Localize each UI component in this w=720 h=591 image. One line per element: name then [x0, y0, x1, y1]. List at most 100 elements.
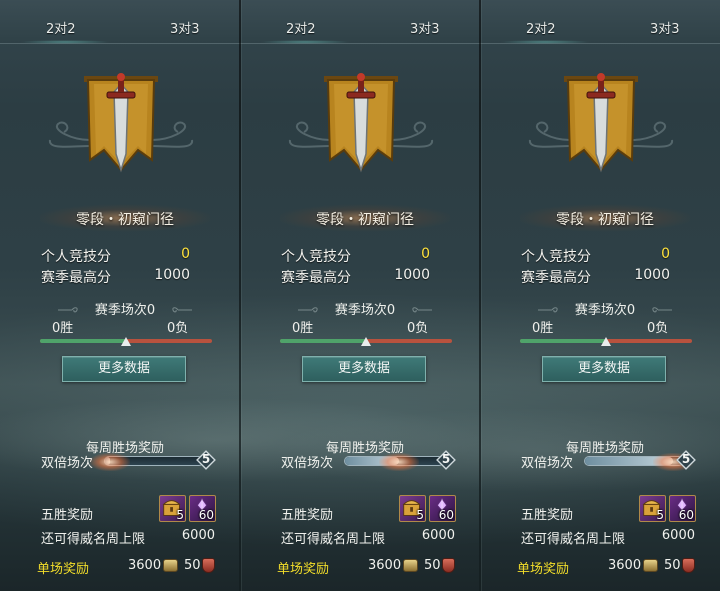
season-best-value: 1000: [634, 267, 670, 283]
win-fill: [520, 339, 606, 343]
double-matches-count: 5: [441, 452, 451, 466]
personal-score-value: 0: [421, 246, 430, 262]
tab-3v3[interactable]: 3对3: [410, 18, 440, 37]
win-fill: [40, 339, 126, 343]
more-data-button[interactable]: 更多数据: [542, 356, 666, 382]
mode-tab-bar: 2对2 3对3: [0, 0, 240, 44]
ornament-icon: [172, 307, 192, 313]
rank-name: 零段・初窥门径: [316, 212, 414, 228]
tab-2v2[interactable]: 2对2: [46, 18, 76, 37]
losses-count: 0负: [407, 321, 429, 336]
weekly-prestige-limit-value: 6000: [181, 528, 215, 543]
double-matches-count: 5: [681, 452, 691, 466]
five-win-reward-label: 五胜奖励: [41, 508, 94, 523]
treasure-chest-icon[interactable]: 5: [399, 495, 426, 522]
personal-score-label: 个人竞技分: [41, 249, 111, 265]
win-loss-marker: [601, 337, 611, 346]
mode-tab-bar: 2对2 3对3: [240, 0, 480, 44]
five-win-reward-label: 五胜奖励: [281, 508, 334, 523]
treasure-chest-icon[interactable]: 5: [159, 495, 186, 522]
single-match-reward-label: 单场奖励: [517, 562, 570, 577]
item-quantity: 60: [198, 508, 214, 522]
personal-score-label: 个人竞技分: [521, 249, 591, 265]
arena-panel: 2对2 3对3 零段・初窥门径 个人竞技分 0 赛季最高分 1000 赛季场次0: [0, 0, 240, 591]
single-match-prestige-value: 3600: [128, 558, 162, 573]
personal-score-label: 个人竞技分: [281, 249, 351, 265]
item-quantity: 5: [176, 508, 184, 522]
single-match-reward-label: 单场奖励: [37, 562, 90, 577]
single-match-honor-value: 50: [424, 558, 441, 573]
double-matches-count: 5: [201, 452, 211, 466]
single-match-prestige-value: 3600: [368, 558, 402, 573]
tab-3v3[interactable]: 3对3: [170, 18, 200, 37]
honor-shield-icon: [682, 558, 695, 573]
tab-underline: [260, 40, 350, 44]
weekly-prestige-limit-value: 6000: [661, 528, 695, 543]
wins-count: 0胜: [532, 321, 554, 336]
rank-banner-sword-icon: [84, 73, 158, 173]
rank-name: 零段・初窥门径: [76, 212, 174, 228]
item-quantity: 5: [656, 508, 664, 522]
double-matches-bar: [584, 453, 694, 471]
weekly-prestige-limit-label: 还可得威名周上限: [41, 532, 146, 547]
panel-divider: [479, 0, 481, 591]
purple-crystal-icon[interactable]: 60: [429, 495, 456, 522]
rank-name: 零段・初窥门径: [556, 212, 654, 228]
season-best-value: 1000: [394, 267, 430, 283]
panel-divider: [239, 0, 241, 591]
weekly-prestige-limit-label: 还可得威名周上限: [521, 532, 626, 547]
rank-banner-sword-icon: [564, 73, 638, 173]
season-best-label: 赛季最高分: [41, 270, 111, 286]
losses-count: 0负: [167, 321, 189, 336]
mode-tab-bar: 2对2 3对3: [480, 0, 720, 44]
season-best-label: 赛季最高分: [521, 270, 591, 286]
progress-flame: [89, 453, 130, 471]
prestige-coin-icon: [403, 559, 418, 572]
single-match-honor-value: 50: [184, 558, 201, 573]
win-loss-marker: [361, 337, 371, 346]
win-loss-marker: [121, 337, 131, 346]
season-best-value: 1000: [154, 267, 190, 283]
tab-3v3[interactable]: 3对3: [650, 18, 680, 37]
rank-banner-sword-icon: [324, 73, 398, 173]
ornament-icon: [652, 307, 672, 313]
win-fill: [280, 339, 366, 343]
losses-count: 0负: [647, 321, 669, 336]
double-matches-label: 双倍场次: [41, 456, 94, 471]
more-data-button[interactable]: 更多数据: [62, 356, 186, 382]
tab-2v2[interactable]: 2对2: [526, 18, 556, 37]
more-data-button[interactable]: 更多数据: [302, 356, 426, 382]
honor-shield-icon: [442, 558, 455, 573]
honor-shield-icon: [202, 558, 215, 573]
wins-count: 0胜: [52, 321, 74, 336]
double-matches-bar: [89, 453, 204, 471]
weekly-prestige-limit-value: 6000: [421, 528, 455, 543]
personal-score-value: 0: [661, 246, 670, 262]
double-matches-label: 双倍场次: [521, 456, 574, 471]
wins-count: 0胜: [292, 321, 314, 336]
arena-panel: 2对2 3对3 零段・初窥门径 个人竞技分 0 赛季最高分 1000 赛季场次0: [480, 0, 720, 591]
item-quantity: 60: [678, 508, 694, 522]
tab-underline: [20, 40, 110, 44]
purple-crystal-icon[interactable]: 60: [189, 495, 216, 522]
weekly-prestige-limit-label: 还可得威名周上限: [281, 532, 386, 547]
purple-crystal-icon[interactable]: 60: [669, 495, 696, 522]
single-match-prestige-value: 3600: [608, 558, 642, 573]
prestige-coin-icon: [643, 559, 658, 572]
tab-underline: [500, 40, 590, 44]
item-quantity: 5: [416, 508, 424, 522]
double-matches-label: 双倍场次: [281, 456, 334, 471]
treasure-chest-icon[interactable]: 5: [639, 495, 666, 522]
five-win-reward-label: 五胜奖励: [521, 508, 574, 523]
double-matches-bar: [344, 453, 444, 471]
personal-score-value: 0: [181, 246, 190, 262]
season-best-label: 赛季最高分: [281, 270, 351, 286]
arena-panel: 2对2 3对3 零段・初窥门径 个人竞技分 0 赛季最高分 1000 赛季场次0: [240, 0, 480, 591]
prestige-coin-icon: [163, 559, 178, 572]
item-quantity: 60: [438, 508, 454, 522]
tab-2v2[interactable]: 2对2: [286, 18, 316, 37]
single-match-honor-value: 50: [664, 558, 681, 573]
single-match-reward-label: 单场奖励: [277, 562, 330, 577]
progress-flame: [378, 453, 419, 471]
ornament-icon: [412, 307, 432, 313]
